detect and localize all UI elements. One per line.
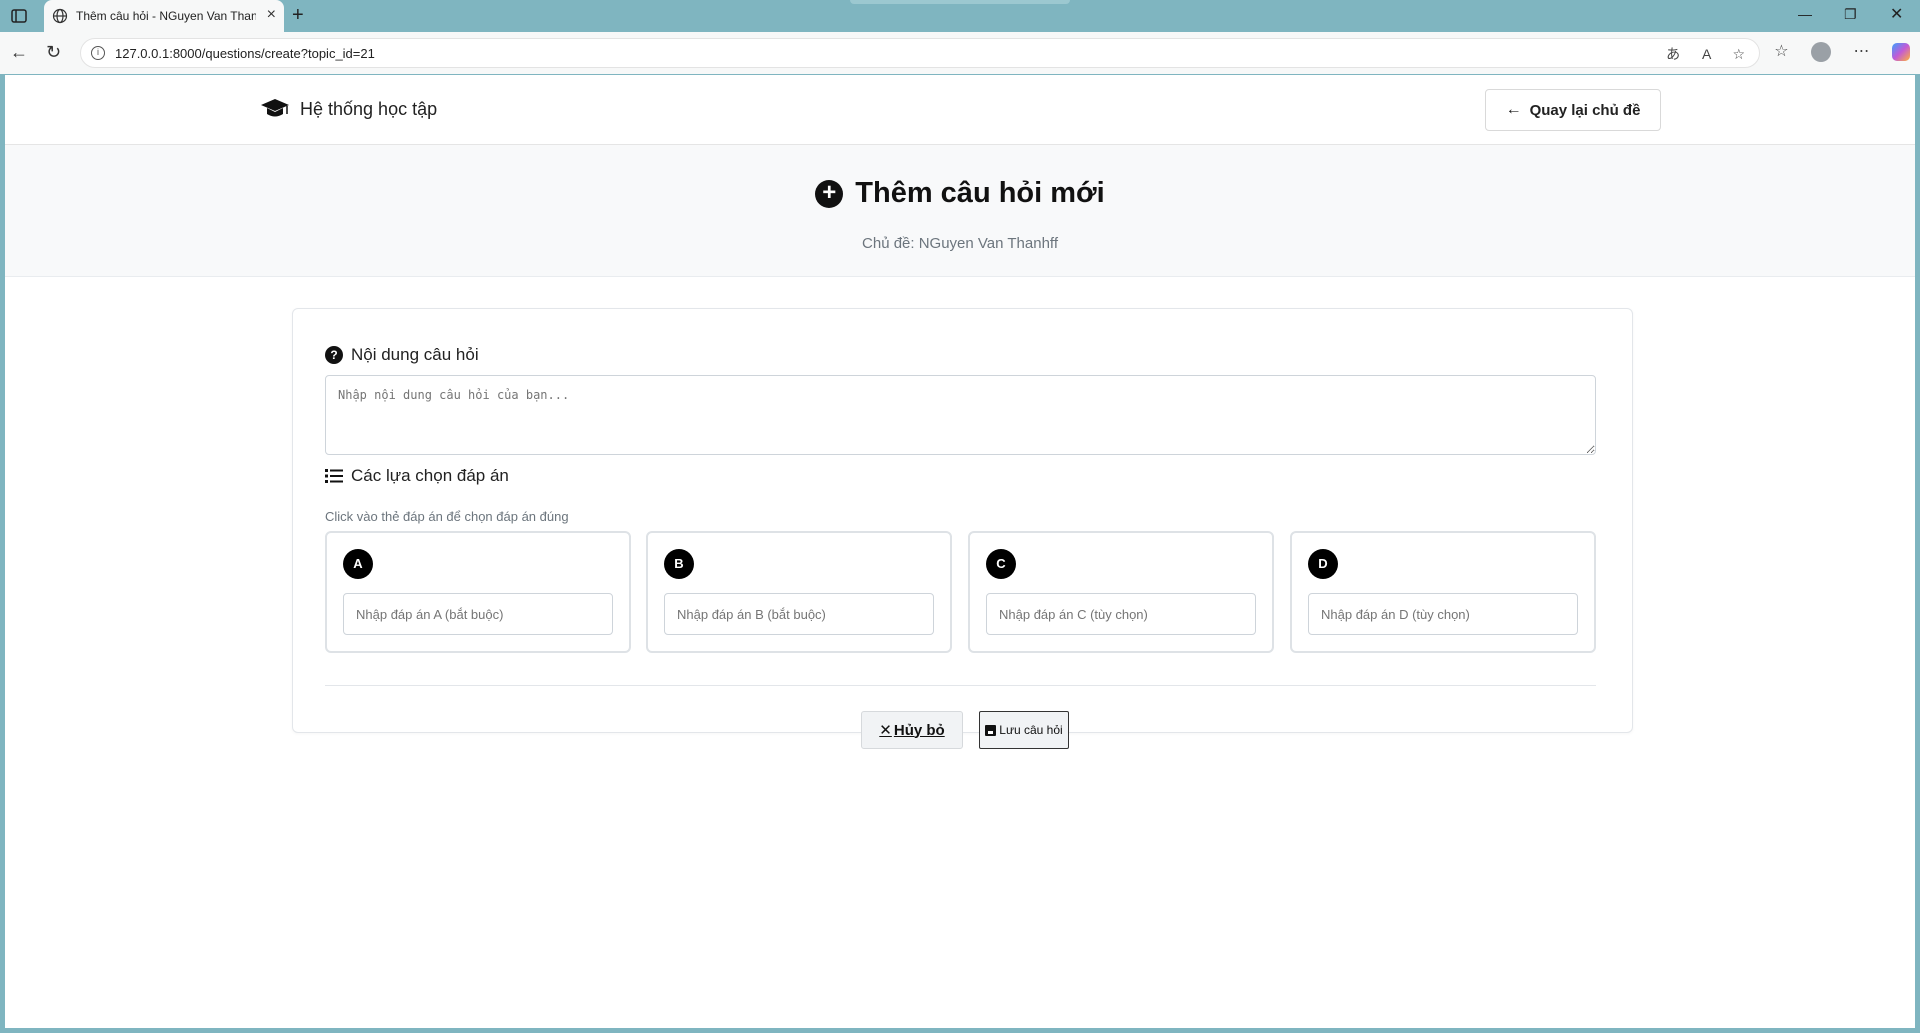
question-content-label: Nội dung câu hỏi — [351, 345, 479, 364]
option-card-d[interactable]: D — [1290, 531, 1596, 653]
form-divider — [325, 685, 1596, 686]
tab-actions-icon[interactable] — [10, 7, 28, 25]
list-icon — [325, 469, 343, 483]
option-card-a[interactable]: A — [325, 531, 631, 653]
address-bar-row: ← ↻ i 127.0.0.1:8000/questions/create?to… — [0, 32, 1920, 74]
page: Hệ thống học tập ← Quay lại chủ đề + Thê… — [5, 75, 1915, 1028]
cancel-label: Hủy bỏ — [893, 721, 945, 739]
translate-icon[interactable]: あ — [1666, 46, 1680, 62]
site-info-icon[interactable]: i — [91, 46, 105, 60]
close-icon[interactable]: × — [267, 7, 276, 23]
answer-options-label: Các lựa chọn đáp án — [351, 466, 509, 485]
copilot-icon[interactable] — [1892, 42, 1910, 61]
minimize-icon[interactable]: — — [1798, 6, 1812, 22]
topic-subtitle: Chủ đề: NGuyen Van Thanhff — [862, 235, 1058, 252]
profile-avatar-icon[interactable] — [1811, 41, 1832, 62]
back-to-topic-label: Quay lại chủ đề — [1529, 101, 1641, 119]
save-question-button[interactable]: Lưu câu hỏi — [979, 711, 1069, 749]
browser-tab-bar: Thêm câu hỏi - NGuyen Van Thanhff × + — … — [0, 0, 1920, 32]
page-title: Thêm câu hỏi mới — [855, 177, 1105, 209]
floppy-disk-icon — [985, 724, 997, 736]
option-letter-badge: D — [1308, 549, 1338, 579]
back-to-topic-button[interactable]: ← Quay lại chủ đề — [1485, 89, 1661, 131]
new-tab-icon[interactable]: + — [292, 5, 304, 25]
option-d-input[interactable] — [1308, 593, 1578, 635]
answer-options-hint: Click vào thẻ đáp án để chọn đáp án đúng — [325, 509, 569, 524]
window-close-icon[interactable]: ✕ — [1890, 4, 1903, 24]
answer-options-heading: Các lựa chọn đáp án — [325, 466, 509, 486]
favorites-icon[interactable]: ☆ — [1774, 41, 1788, 61]
url-text[interactable]: 127.0.0.1:8000/questions/create?topic_id… — [115, 46, 375, 61]
arrow-left-icon: ← — [1505, 101, 1522, 118]
question-form-card: ? Nội dung câu hỏi Các lựa chọn đáp án C… — [292, 308, 1633, 749]
brand-text: Hệ thống học tập — [300, 98, 438, 119]
answer-options: A B C D — [325, 531, 1596, 653]
option-c-input[interactable] — [986, 593, 1256, 635]
read-aloud-icon[interactable]: A — [1702, 46, 1711, 62]
window-bottom-border — [0, 1028, 1920, 1033]
option-card-b[interactable]: B — [646, 531, 952, 653]
option-b-input[interactable] — [664, 593, 934, 635]
reload-icon[interactable]: ↻ — [46, 42, 61, 62]
back-arrow-icon[interactable]: ← — [10, 42, 28, 62]
x-icon: ✕ — [879, 722, 892, 739]
option-card-c[interactable]: C — [968, 531, 1274, 653]
restore-icon[interactable]: ❐ — [1844, 6, 1857, 23]
question-circle-icon: ? — [325, 346, 343, 364]
option-letter-badge: B — [664, 549, 694, 579]
question-content-textarea[interactable] — [325, 375, 1596, 455]
plus-circle-icon: + — [815, 179, 844, 208]
favorite-star-icon[interactable]: ☆ — [1732, 46, 1745, 62]
option-a-input[interactable] — [343, 593, 613, 635]
brand[interactable]: Hệ thống học tập — [260, 97, 437, 121]
question-content-heading: ? Nội dung câu hỏi — [325, 345, 479, 365]
option-letter-badge: C — [986, 549, 1016, 579]
browser-tab[interactable]: Thêm câu hỏi - NGuyen Van Thanhff × — [44, 0, 284, 32]
graduation-cap-icon — [261, 99, 289, 117]
page-hero: + Thêm câu hỏi mới Chủ đề: NGuyen Van Th… — [5, 145, 1915, 277]
tab-title: Thêm câu hỏi - NGuyen Van Thanhff — [76, 9, 256, 23]
option-letter-badge: A — [343, 549, 373, 579]
globe-icon — [52, 8, 68, 24]
url-field[interactable]: i 127.0.0.1:8000/questions/create?topic_… — [80, 38, 1760, 68]
more-menu-icon[interactable]: ⋯ — [1854, 41, 1870, 61]
save-label: Lưu câu hỏi — [999, 723, 1063, 737]
window-drag-handle[interactable] — [850, 0, 1070, 4]
cancel-button[interactable]: ✕ Hủy bỏ — [861, 711, 963, 749]
site-header: Hệ thống học tập ← Quay lại chủ đề — [5, 75, 1915, 145]
